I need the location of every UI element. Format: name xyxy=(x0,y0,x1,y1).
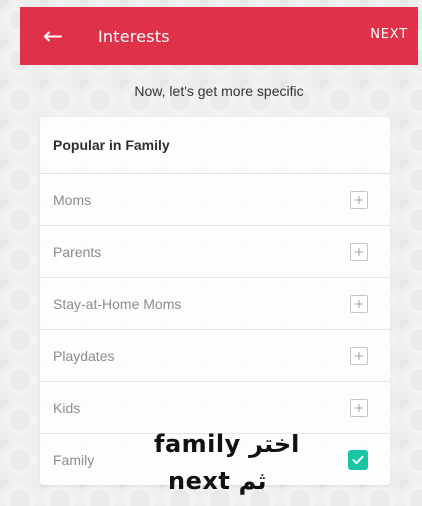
section-title: Popular in Family xyxy=(40,117,390,174)
interest-row-moms[interactable]: Moms xyxy=(40,174,390,226)
back-arrow-icon: ← xyxy=(42,22,64,50)
add-icon[interactable] xyxy=(350,346,368,365)
add-icon[interactable] xyxy=(350,190,368,209)
page-subtitle: Now, let's get more specific xyxy=(134,83,304,99)
page-title: Interests xyxy=(98,26,170,46)
next-button[interactable]: NEXT xyxy=(370,27,408,42)
check-icon xyxy=(352,455,364,464)
interest-label: Stay-at-Home Moms xyxy=(53,295,182,312)
interest-row-stay-at-home-moms[interactable]: Stay-at-Home Moms xyxy=(40,278,390,330)
interest-row-parents[interactable]: Parents xyxy=(40,226,390,278)
interest-label: Kids xyxy=(53,399,81,416)
interest-label: Moms xyxy=(53,191,92,208)
add-icon[interactable] xyxy=(350,294,368,313)
checked-icon[interactable] xyxy=(348,449,368,470)
app-bar: ← Interests NEXT xyxy=(20,7,418,65)
interest-label: Parents xyxy=(53,243,102,260)
interest-row-playdates[interactable]: Playdates xyxy=(40,330,390,382)
back-button[interactable]: ← xyxy=(36,19,70,53)
interest-row-kids[interactable]: Kids xyxy=(40,382,390,434)
instruction-overlay-line-1: اختر family xyxy=(154,430,300,458)
interest-label: Playdates xyxy=(53,347,115,364)
interest-label: Family xyxy=(53,451,95,468)
add-icon[interactable] xyxy=(350,242,368,261)
add-icon[interactable] xyxy=(350,398,368,417)
instruction-overlay-line-2: ثم next xyxy=(168,467,267,495)
